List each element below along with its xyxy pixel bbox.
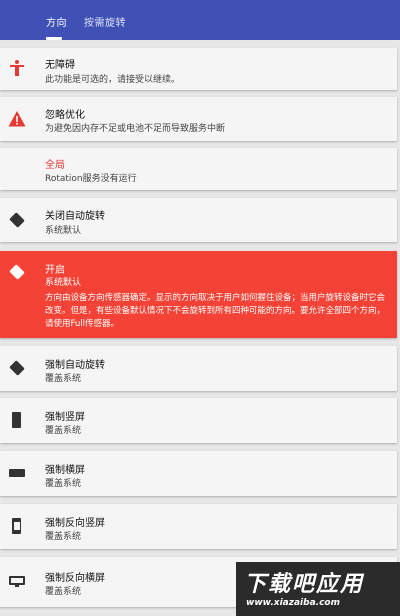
item-description: 方向由设备方向传感器确定。显示的方向取决于用户如何握住设备；当用户旋转设备时它会… (45, 293, 386, 329)
rotation-on-icon (9, 264, 25, 280)
item-subtitle: 覆盖系统 (45, 426, 82, 436)
list-item-force-reverse-portrait[interactable]: 强制反向竖屏 覆盖系统 (0, 504, 397, 549)
item-subtitle: 覆盖系统 (45, 587, 82, 597)
list-item-auto-rotate-off[interactable]: 关闭自动旋转 系统默认 (0, 198, 397, 242)
item-subtitle: Rotation服务没有运行 (45, 174, 137, 184)
watermark: 下载吧应用 www.xiazaiba.com (236, 562, 400, 616)
list-item-force-landscape[interactable]: 强制横屏 覆盖系统 (0, 451, 397, 496)
app-bar: 方向 按需旋转 (0, 0, 400, 40)
portrait-icon (12, 412, 21, 428)
warning-icon (8, 111, 26, 127)
item-title: 强制竖屏 (45, 412, 85, 423)
rotation-off-icon (9, 212, 25, 228)
item-subtitle: 系统默认 (45, 226, 82, 236)
item-title: 无障碍 (45, 60, 75, 71)
item-title: 忽略优化 (45, 110, 85, 121)
list-item-ignore-optimization[interactable]: 忽略优化 为避免因内存不足或电池不足而导致服务中断 (0, 97, 397, 141)
reverse-landscape-icon (9, 576, 25, 587)
tab-indicator (46, 37, 62, 40)
tab-orientation[interactable]: 方向 (46, 14, 67, 29)
tab-on-demand-rotation[interactable]: 按需旋转 (84, 14, 126, 29)
item-subtitle: 覆盖系统 (45, 479, 82, 489)
list-item-force-auto-rotate[interactable]: 强制自动旋转 覆盖系统 (0, 346, 397, 391)
item-subtitle: 覆盖系统 (45, 532, 82, 542)
list-item-force-portrait[interactable]: 强制竖屏 覆盖系统 (0, 398, 397, 443)
force-auto-rotate-icon (9, 360, 25, 376)
item-title: 全局 (45, 160, 65, 171)
item-subtitle: 覆盖系统 (45, 374, 82, 384)
item-subtitle: 此功能是可选的，请接受以继续。 (45, 75, 181, 85)
item-title: 强制反向竖屏 (45, 518, 105, 529)
item-title: 强制反向横屏 (45, 573, 105, 584)
item-title: 强制自动旋转 (45, 360, 105, 371)
list-item-accessibility[interactable]: 无障碍 此功能是可选的，请接受以继续。 (0, 48, 397, 90)
item-title: 关闭自动旋转 (45, 211, 105, 222)
item-subtitle: 为避免因内存不足或电池不足而导致服务中断 (45, 124, 226, 134)
item-title: 开启 (45, 265, 65, 276)
watermark-url: www.xiazaiba.com (246, 598, 340, 608)
item-title: 强制横屏 (45, 465, 85, 476)
accessibility-icon (10, 60, 24, 76)
item-subtitle: 系统默认 (45, 278, 82, 288)
list-item-rotation-on[interactable]: 开启 系统默认 方向由设备方向传感器确定。显示的方向取决于用户如何握住设备；当用… (0, 251, 397, 338)
list-item-global[interactable]: 全局 Rotation服务没有运行 (0, 148, 397, 190)
reverse-portrait-icon (12, 518, 21, 534)
watermark-logo: 下载吧应用 (244, 572, 365, 597)
landscape-icon (9, 469, 25, 477)
